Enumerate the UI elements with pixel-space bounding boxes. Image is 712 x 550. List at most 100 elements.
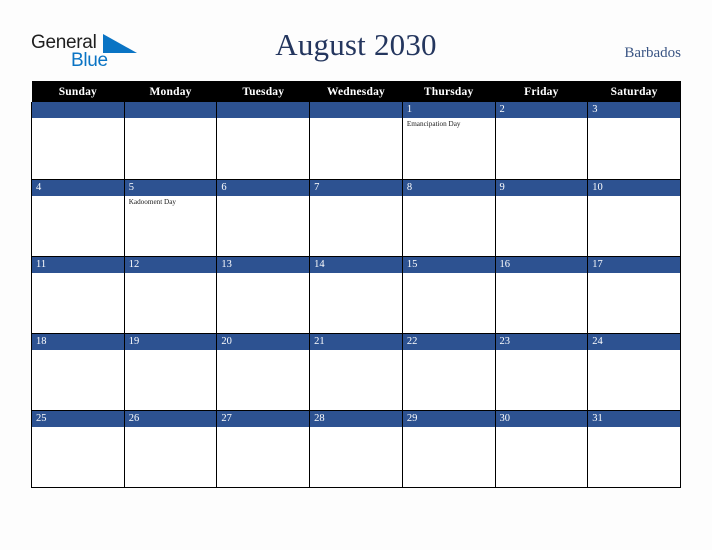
day-cell-content: 30 [495, 410, 588, 487]
weekday-header-sunday: Sunday [31, 81, 125, 102]
calendar-day-cell[interactable]: 19 [123, 333, 218, 411]
day-number: 24 [588, 333, 680, 350]
weekday-header-tuesday: Tuesday [216, 81, 310, 102]
day-number: 31 [588, 410, 680, 427]
day-cell-content: 23 [495, 333, 588, 410]
page-header: General Blue August 2030 Barbados [0, 0, 712, 81]
day-cell-content: 19 [124, 333, 217, 410]
calendar-day-cell[interactable]: 22 [401, 333, 496, 411]
day-number: 2 [495, 102, 588, 118]
calendar-day-cell[interactable]: 2 [494, 102, 589, 180]
weekday-header-saturday: Saturday [587, 81, 681, 102]
day-cell-content: 3 [588, 102, 680, 179]
calendar-day-cell[interactable]: 21 [309, 333, 403, 411]
day-number [124, 102, 217, 118]
calendar-day-cell[interactable]: 31 [587, 410, 681, 488]
day-cell-content: 24 [588, 333, 680, 410]
calendar-day-cell[interactable]: 13 [216, 256, 311, 334]
day-cell-content: 9 [495, 179, 588, 256]
day-number: 21 [310, 333, 402, 350]
calendar-day-cell[interactable]: 8 [401, 179, 496, 257]
day-cell-content: 10 [588, 179, 680, 256]
calendar-week-row: 1 Emancipation Day 2 3 [31, 102, 681, 180]
calendar-empty-cell [216, 102, 311, 180]
day-number: 20 [217, 333, 310, 350]
calendar-day-cell[interactable]: 4 [31, 179, 125, 257]
holiday-label: Emancipation Day [406, 120, 461, 128]
calendar-day-cell[interactable]: 12 [123, 256, 218, 334]
day-number: 1 [402, 102, 495, 118]
calendar-empty-cell [309, 102, 403, 180]
day-cell-content: 26 [124, 410, 217, 487]
calendar-body: 1 Emancipation Day 2 3 4 5 Kadooment Day 6 7 8 9 10… [31, 102, 681, 488]
calendar-day-cell[interactable]: 27 [216, 410, 311, 488]
weekday-header-row: Sunday Monday Tuesday Wednesday Thursday Frid… [31, 81, 681, 102]
calendar-day-cell[interactable]: 30 [494, 410, 589, 488]
day-number: 11 [32, 256, 124, 273]
calendar-page: General Blue August 2030 Barbados Sunday… [0, 0, 712, 550]
day-cell-content: 25 [32, 410, 124, 487]
calendar-day-cell[interactable]: 28 [309, 410, 403, 488]
calendar-day-cell[interactable]: 9 [494, 179, 589, 257]
calendar-day-cell[interactable]: 23 [494, 333, 589, 411]
calendar-day-cell[interactable]: 16 [494, 256, 589, 334]
day-number: 4 [32, 179, 124, 196]
weekday-header-thursday: Thursday [402, 81, 496, 102]
day-cell-content: 22 [402, 333, 495, 410]
calendar-day-cell[interactable]: 1 Emancipation Day [401, 102, 496, 180]
day-cell-content: 15 [402, 256, 495, 333]
calendar-empty-cell [123, 102, 218, 180]
calendar-day-cell[interactable]: 10 [587, 179, 681, 257]
day-cell-content: 20 [217, 333, 310, 410]
calendar-day-cell[interactable]: 5 Kadooment Day [123, 179, 218, 257]
calendar-empty-cell [31, 102, 125, 180]
day-number: 8 [402, 179, 495, 196]
calendar-day-cell[interactable]: 24 [587, 333, 681, 411]
calendar-day-cell[interactable]: 11 [31, 256, 125, 334]
calendar-day-cell[interactable]: 3 [587, 102, 681, 180]
day-cell-content: 6 [217, 179, 310, 256]
day-events: Emancipation Day [403, 118, 495, 129]
page-title: August 2030 [275, 27, 437, 62]
calendar-day-cell[interactable]: 29 [401, 410, 496, 488]
day-cell-content: 31 [588, 410, 680, 487]
calendar-week-row: 4 5 Kadooment Day 6 7 8 9 10 [31, 179, 681, 257]
weekday-header-friday: Friday [495, 81, 588, 102]
weekday-header-monday: Monday [124, 81, 217, 102]
day-events: Kadooment Day [125, 196, 217, 207]
day-number: 29 [402, 410, 495, 427]
day-cell-content: 16 [495, 256, 588, 333]
day-cell-content: 27 [217, 410, 310, 487]
day-cell-content [217, 102, 310, 179]
calendar-day-cell[interactable]: 15 [401, 256, 496, 334]
calendar-day-cell[interactable]: 7 [309, 179, 403, 257]
day-cell-content: 14 [310, 256, 402, 333]
calendar-day-cell[interactable]: 25 [31, 410, 125, 488]
day-cell-content: 18 [32, 333, 124, 410]
day-number: 16 [495, 256, 588, 273]
day-number: 3 [588, 102, 680, 118]
day-cell-content [32, 102, 124, 179]
day-number: 26 [124, 410, 217, 427]
day-number: 25 [32, 410, 124, 427]
day-number: 27 [217, 410, 310, 427]
day-number: 13 [217, 256, 310, 273]
day-number: 7 [310, 179, 402, 196]
day-cell-content: 21 [310, 333, 402, 410]
day-cell-content: 13 [217, 256, 310, 333]
day-cell-content: 1 Emancipation Day [402, 102, 495, 179]
calendar-day-cell[interactable]: 6 [216, 179, 311, 257]
day-cell-content [310, 102, 402, 179]
holiday-label: Kadooment Day [128, 197, 177, 206]
day-number: 14 [310, 256, 402, 273]
calendar-day-cell[interactable]: 17 [587, 256, 681, 334]
day-number: 18 [32, 333, 124, 350]
calendar-day-cell[interactable]: 14 [309, 256, 403, 334]
calendar-day-cell[interactable]: 26 [123, 410, 218, 488]
calendar-week-row: 25 26 27 28 29 30 31 [31, 410, 681, 488]
calendar-day-cell[interactable]: 20 [216, 333, 311, 411]
day-cell-content: 28 [310, 410, 402, 487]
calendar-day-cell[interactable]: 18 [31, 333, 125, 411]
weekday-header-wednesday: Wednesday [309, 81, 403, 102]
day-cell-content: 5 Kadooment Day [124, 179, 217, 256]
